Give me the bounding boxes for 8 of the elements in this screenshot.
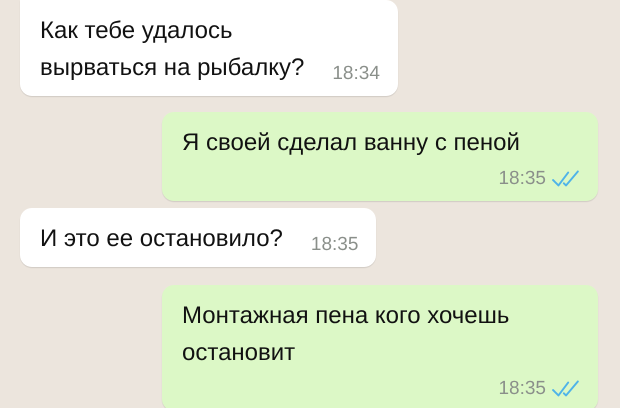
message-text: И это ее остановило? [40, 224, 283, 254]
message-time: 18:35 [498, 167, 546, 191]
message-text: Я своей сделал ванну с пеной [182, 128, 521, 158]
message-text: Монтажная пена кого хочешь остановит [182, 301, 510, 368]
message-time: 18:35 [498, 377, 546, 401]
message-text: Как тебе удалось вырваться на рыбалку? [40, 16, 304, 83]
message-time: 18:35 [310, 233, 358, 257]
message-time: 18:34 [332, 62, 380, 86]
